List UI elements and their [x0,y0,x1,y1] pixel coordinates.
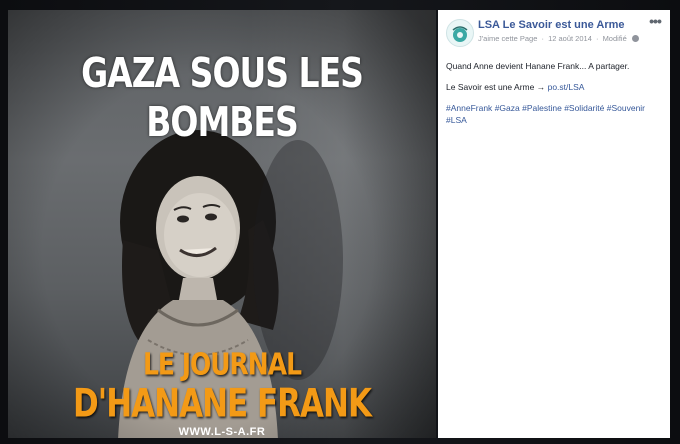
post-meta: J'aime cette Page · 12 août 2014 · Modif… [478,34,639,43]
post-date[interactable]: 12 août 2014 [548,34,592,43]
more-options-icon[interactable]: ••• [646,14,664,30]
image-headline: GAZA SOUS LES BOMBES [81,48,364,146]
meta-separator: · [541,34,544,43]
globe-icon [631,35,639,42]
hashtag-souvenir[interactable]: #Souvenir [607,103,645,113]
page-name-link[interactable]: LSA Le Savoir est une Arme [478,19,625,31]
hashtag-solidarite[interactable]: #Solidarité [564,103,604,113]
post-text-line2: Le Savoir est une Arme → po.st/LSA [446,81,664,93]
facebook-post-panel: LSA Le Savoir est une Arme J'aime cette … [438,10,670,438]
hashtag-annefrank[interactable]: #AnneFrank [446,103,492,113]
meta-separator: · [595,34,599,43]
post-text: Quand Anne devient Hanane Frank... A par… [446,60,664,135]
image-subtitle-line1: LE JOURNAL [142,347,302,382]
post-text-line1: Quand Anne devient Hanane Frank... A par… [446,61,630,71]
lsa-logo-icon [452,26,468,42]
post-text-prefix: Le Savoir est une Arme → [446,82,546,92]
like-page-link[interactable]: J'aime cette Page [478,34,537,43]
page-avatar[interactable] [446,19,474,47]
edited-label: Modifié [602,34,627,43]
image-site-url: WWW.L-S-A.FR [178,426,266,438]
hashtag-list: #AnneFrank #Gaza #Palestine #Solidarité … [446,102,664,126]
hashtag-gaza[interactable]: #Gaza [495,103,520,113]
hashtag-lsa[interactable]: #LSA [446,115,467,125]
short-link[interactable]: po.st/LSA [548,82,585,92]
image-subtitle-line2: D'HANANE FRANK [72,381,372,427]
hashtag-palestine[interactable]: #Palestine [522,103,562,113]
post-image[interactable]: GAZA SOUS LES BOMBES LE JOURNAL D'HANANE… [8,10,436,438]
